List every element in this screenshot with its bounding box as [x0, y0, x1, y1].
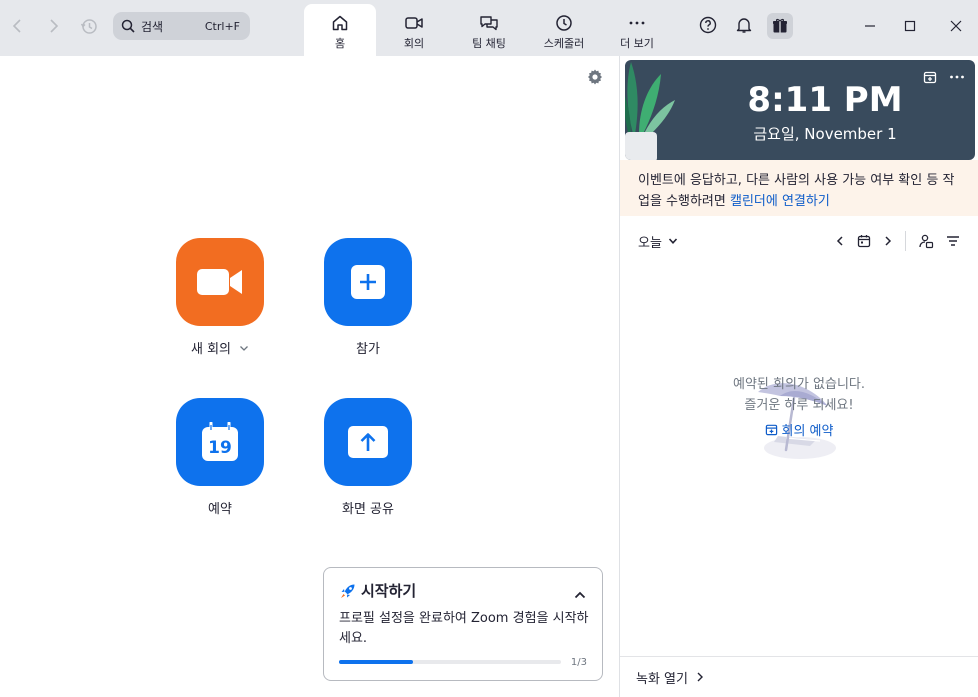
next-day-icon[interactable]: [883, 235, 893, 247]
tab-label: 홈: [334, 37, 346, 50]
chat-icon: [480, 16, 498, 31]
tab-home[interactable]: 홈: [304, 4, 376, 56]
maximize-icon[interactable]: [898, 14, 922, 38]
tab-meetings[interactable]: 회의: [378, 4, 450, 56]
get-started-title: 시작하기: [361, 582, 417, 600]
toolbar-separator: [905, 231, 906, 251]
new-meeting-button[interactable]: [176, 238, 264, 326]
empty-state: 예약된 회의가 없습니다. 즐거운 하루 되세요! 회의 예약: [620, 374, 978, 440]
tab-more[interactable]: 더 보기: [601, 4, 673, 56]
tab-team-chat[interactable]: 팀 채팅: [453, 4, 525, 56]
new-meeting-label: 새 회의: [190, 342, 231, 357]
tab-scheduler[interactable]: 스케줄러: [528, 4, 600, 56]
open-recordings-label: 녹화 열기: [636, 671, 688, 687]
filter-icon[interactable]: [946, 235, 960, 247]
get-started-description: 프로필 설정을 완료하여 Zoom 경험을 시작하세요.: [339, 611, 589, 646]
forward-arrow-icon[interactable]: [43, 15, 65, 37]
day-navigation: 오늘: [620, 226, 978, 256]
schedule-label: 예약: [208, 502, 232, 517]
search-icon: [121, 19, 135, 33]
history-icon[interactable]: [78, 15, 100, 37]
calendar-icon: 19: [202, 422, 238, 461]
calendar-pane: 8:11 PM 금요일, November 1 이벤트에 응답하고, 다른 사람…: [620, 56, 978, 697]
bell-icon[interactable]: [733, 14, 755, 36]
tab-label: 더 보기: [620, 37, 654, 50]
more-options-icon[interactable]: [949, 70, 965, 84]
clock-date: 금요일, November 1: [753, 125, 897, 143]
tab-label: 팀 채팅: [472, 37, 506, 50]
whats-new-icon[interactable]: [767, 13, 793, 39]
progress-fill: [339, 660, 413, 664]
calendar-day-number: 19: [208, 438, 232, 458]
open-recordings-button[interactable]: 녹화 열기: [620, 656, 978, 697]
new-meeting-action[interactable]: 새 회의: [160, 238, 280, 357]
calendar-add-icon[interactable]: [923, 70, 937, 84]
schedule-button[interactable]: 19: [176, 398, 264, 486]
search-placeholder: 검색: [141, 19, 164, 34]
plus-icon: [351, 265, 385, 299]
rocket-icon: [341, 584, 355, 598]
video-camera-icon: [197, 269, 242, 295]
chevron-up-icon[interactable]: [574, 584, 586, 603]
schedule-meeting-link[interactable]: 회의 예약: [765, 420, 834, 439]
search-shortcut: Ctrl+F: [204, 19, 240, 33]
calendar-connect-notice: 이벤트에 응답하고, 다른 사람의 사용 가능 여부 확인 등 작업을 수행하려…: [620, 160, 978, 216]
clock-card: 8:11 PM 금요일, November 1: [625, 60, 975, 160]
video-icon: [405, 17, 423, 29]
calendar-today-icon[interactable]: [857, 234, 871, 248]
share-screen-action[interactable]: 화면 공유: [308, 398, 428, 517]
clock-time: 8:11 PM: [747, 80, 903, 120]
chevron-down-icon[interactable]: [239, 344, 249, 352]
get-started-card: 시작하기 프로필 설정을 완료하여 Zoom 경험을 시작하세요. 1/3: [323, 567, 603, 681]
day-selector-label: 오늘: [638, 235, 662, 251]
top-bar: 검색 Ctrl+F 홈 회의 팀 채팅 스케줄러 더 보기: [0, 0, 978, 56]
join-button[interactable]: [324, 238, 412, 326]
join-label: 참가: [356, 342, 380, 357]
join-action[interactable]: 참가: [308, 238, 428, 357]
day-selector[interactable]: 오늘: [638, 232, 678, 251]
empty-state-line2: 즐거운 하루 되세요!: [744, 398, 854, 413]
chevron-down-icon: [668, 238, 678, 244]
contacts-calendar-icon[interactable]: [918, 233, 934, 249]
minimize-icon[interactable]: [858, 14, 882, 38]
home-pane: 새 회의 참가 19 예약 화면 공유 시작하기 프로필 설정을 완료하여 Zo…: [0, 56, 620, 697]
close-icon[interactable]: [944, 14, 968, 38]
chevron-right-icon: [697, 672, 703, 682]
share-arrow-icon: [348, 426, 388, 458]
settings-gear-icon[interactable]: [584, 66, 606, 88]
share-screen-button[interactable]: [324, 398, 412, 486]
schedule-meeting-label: 회의 예약: [781, 424, 834, 439]
search-box[interactable]: 검색 Ctrl+F: [113, 12, 250, 40]
help-icon[interactable]: [697, 14, 719, 36]
connect-calendar-link[interactable]: 캘린더에 연결하기: [730, 194, 830, 209]
home-icon: [332, 15, 348, 31]
tab-label: 회의: [403, 37, 425, 50]
more-icon: [629, 21, 645, 25]
progress-track: [339, 660, 561, 664]
clock-icon: [556, 15, 572, 31]
empty-state-line1: 예약된 회의가 없습니다.: [733, 377, 865, 392]
share-screen-label: 화면 공유: [342, 502, 394, 517]
calendar-add-icon: [765, 424, 777, 436]
schedule-action[interactable]: 19 예약: [160, 398, 280, 517]
tab-label: 스케줄러: [543, 37, 585, 50]
progress-count: 1/3: [570, 657, 587, 668]
back-arrow-icon[interactable]: [6, 15, 28, 37]
previous-day-icon[interactable]: [835, 235, 845, 247]
